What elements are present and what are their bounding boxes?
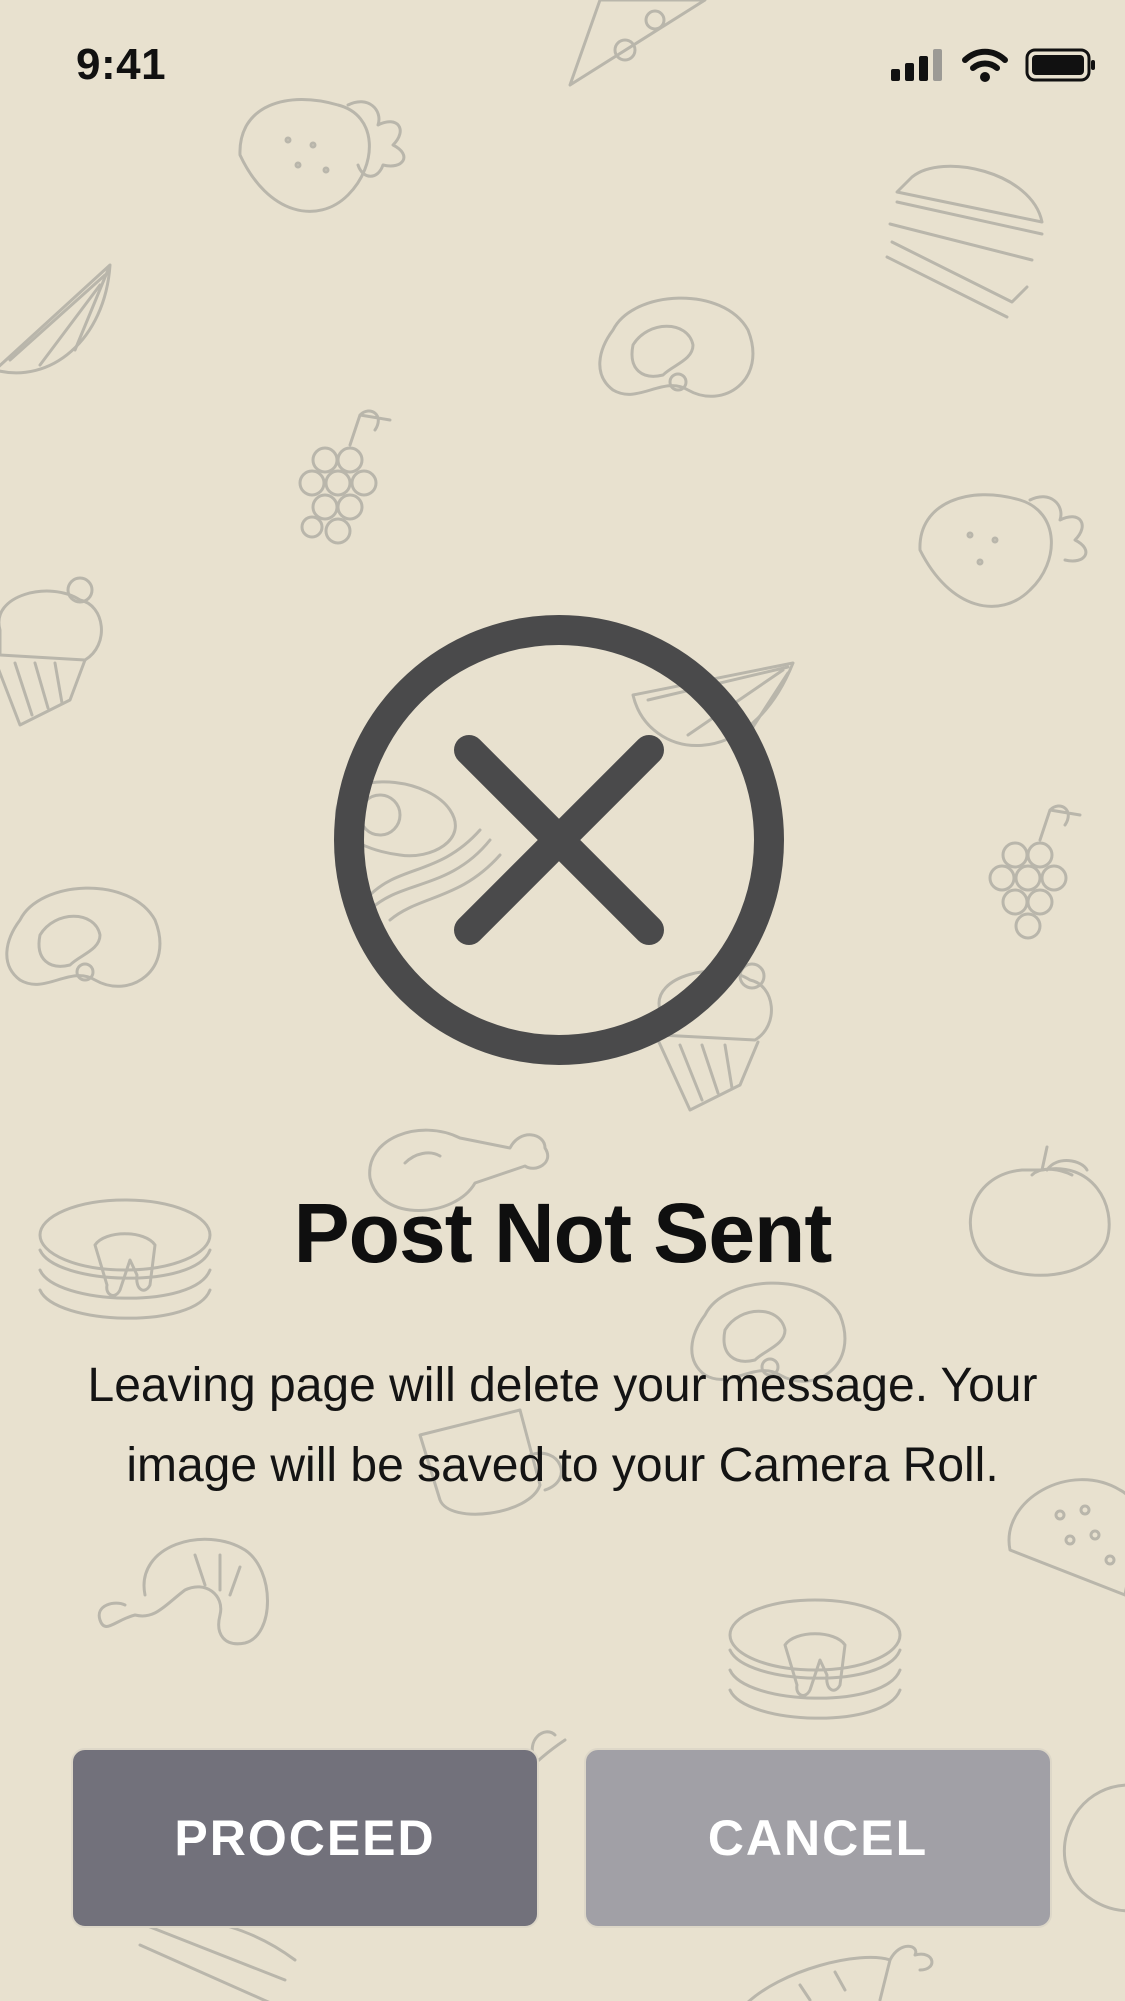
proceed-button[interactable]: PROCEED [71,1748,539,1928]
wifi-icon [962,48,1008,82]
close-circle-icon [334,615,784,1065]
cupcake-icon [0,576,103,727]
dialog-title: Post Not Sent [293,1186,833,1280]
shrimp-icon [97,1537,269,1646]
strawberry-icon [918,493,1088,608]
burger-icon [138,1920,297,2001]
cancel-button[interactable]: CANCEL [584,1748,1052,1928]
battery-icon [1025,48,1095,82]
steak-icon [5,886,162,988]
grapes-icon [298,409,392,545]
lemon-icon [0,263,112,375]
post-not-sent-screen: 9:41 Post Not Sent Leaving page will del… [0,0,1125,2001]
dialog-message: Leaving page will delete your message. Y… [87,1359,1038,1492]
status-bar: 9:41 [0,0,1125,130]
cellular-signal-icon [891,49,942,81]
burger-icon [885,164,1044,319]
status-time: 9:41 [76,40,167,89]
steak-icon [598,296,755,398]
grapes-icon [988,804,1082,940]
status-icons [891,48,1097,82]
pancakes-icon [728,1598,902,1720]
carrot-icon [747,1944,934,2001]
tomato-icon [1062,1783,1125,1913]
